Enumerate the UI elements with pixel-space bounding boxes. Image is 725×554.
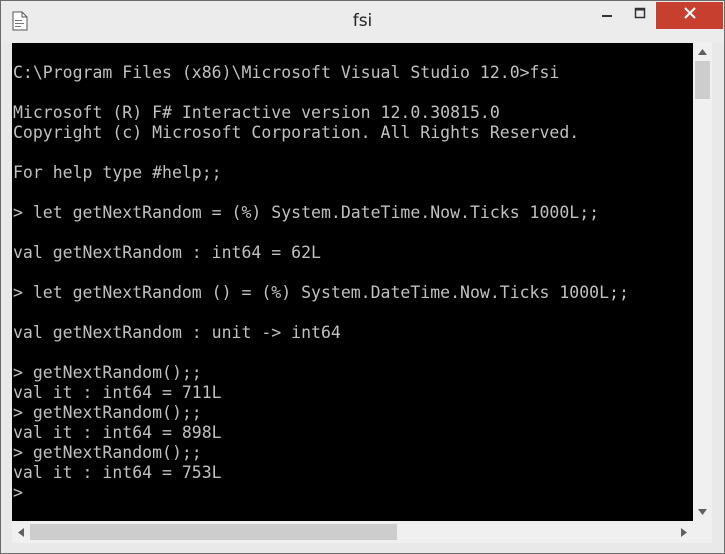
horizontal-scroll-thumb[interactable] — [30, 524, 397, 540]
scrollbar-corner — [693, 521, 712, 543]
maximize-button[interactable] — [626, 1, 654, 29]
title-bar[interactable]: fsi — [1, 1, 724, 43]
console-line: val it : int64 = 898L — [13, 423, 222, 442]
console-output[interactable]: C:\Program Files (x86)\Microsoft Visual … — [12, 43, 693, 521]
console-line: > getNextRandom();; — [13, 403, 202, 422]
console-line: Microsoft (R) F# Interactive version 12.… — [13, 103, 500, 122]
maximize-icon — [634, 6, 646, 24]
scroll-down-arrow-icon[interactable] — [693, 503, 712, 521]
console-line: val getNextRandom : int64 = 62L — [13, 243, 321, 262]
console-line: val it : int64 = 753L — [13, 463, 222, 482]
console-line: val it : int64 = 711L — [13, 383, 222, 402]
minimize-button[interactable] — [593, 1, 621, 29]
close-button[interactable] — [656, 2, 723, 29]
scroll-right-arrow-icon[interactable] — [675, 521, 693, 543]
console-line: For help type #help;; — [13, 163, 222, 182]
vertical-scrollbar[interactable] — [693, 43, 712, 521]
console-line: > getNextRandom();; — [13, 363, 202, 382]
console-line: Copyright (c) Microsoft Corporation. All… — [13, 123, 580, 142]
console-line: val getNextRandom : unit -> int64 — [13, 323, 341, 342]
console-window: fsi C:\Program Files (x86)\Microsoft Vis… — [0, 0, 725, 554]
console-line: > let getNextRandom = (%) System.DateTim… — [13, 203, 600, 222]
vertical-scroll-thumb[interactable] — [695, 61, 710, 99]
console-line: > let getNextRandom () = (%) System.Date… — [13, 283, 629, 302]
console-line: C:\Program Files (x86)\Microsoft Visual … — [13, 63, 560, 82]
console-text: C:\Program Files (x86)\Microsoft Visual … — [13, 63, 629, 503]
scroll-left-arrow-icon[interactable] — [12, 521, 30, 543]
horizontal-scrollbar[interactable] — [12, 521, 693, 543]
console-line: > getNextRandom();; — [13, 443, 202, 462]
close-icon — [683, 6, 697, 25]
scroll-up-arrow-icon[interactable] — [693, 43, 712, 61]
console-line: > — [13, 483, 23, 502]
minimize-icon — [601, 6, 613, 24]
